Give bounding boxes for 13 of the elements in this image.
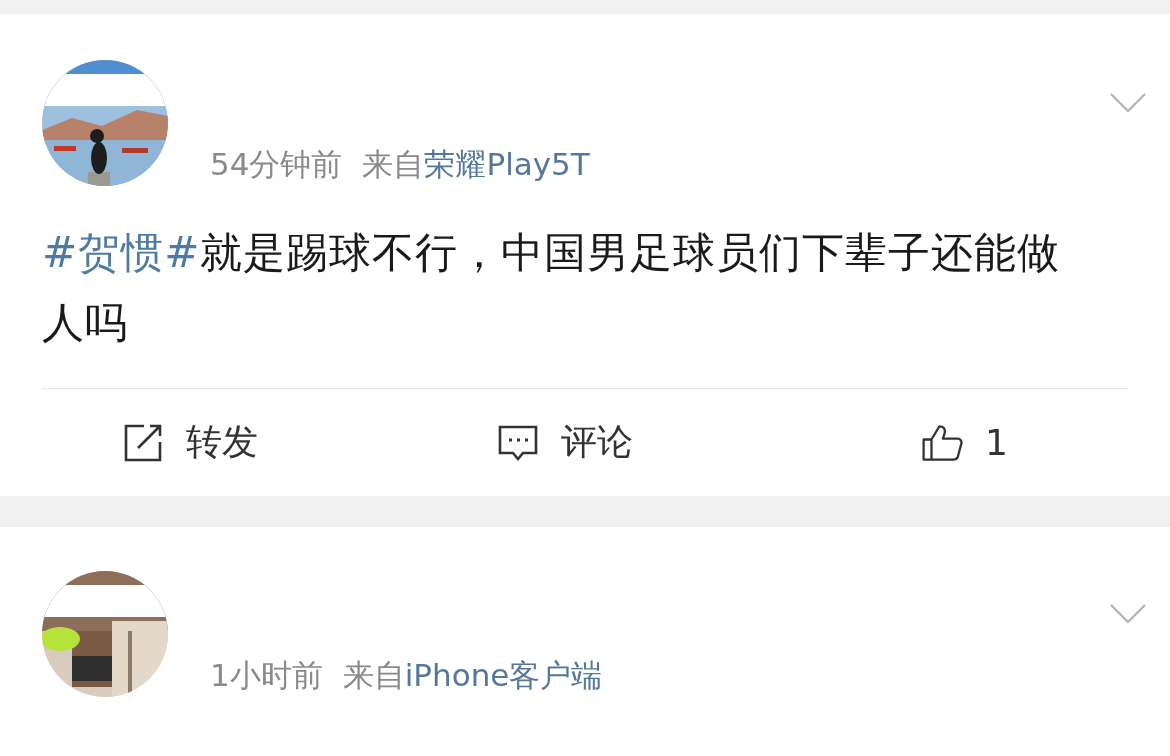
post-text: #贺惯#就是踢球不行，中国男足球员们下辈子还能做人吗 [42,218,1128,389]
source-label: 来自 [362,145,425,184]
hashtag-link[interactable]: #贺惯# [42,228,201,277]
like-button[interactable]: 1 [712,389,1128,496]
comment-button[interactable]: 评论 [417,389,713,496]
source-link[interactable]: 荣耀Play5T [424,144,590,186]
chevron-down-icon[interactable] [1110,604,1146,624]
chevron-down-icon[interactable] [1110,93,1146,113]
post-time: 54分钟前 [210,145,343,184]
post-time: 1小时前 [210,656,323,695]
source-link[interactable]: iPhone客户端 [404,655,603,697]
source-label: 来自 [342,656,405,695]
repost-button[interactable]: 转发 [42,389,418,496]
